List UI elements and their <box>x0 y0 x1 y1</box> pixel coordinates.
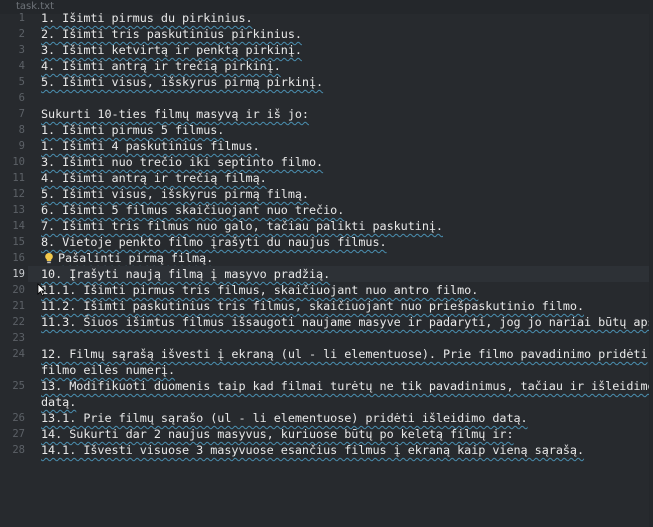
line-number: 3 <box>18 44 25 56</box>
editor-line[interactable]: 23 <box>0 330 653 346</box>
editor-line[interactable]: 19 10. Įrašyti naują filmą į masyvo pradž… <box>0 266 653 282</box>
line-text[interactable]: 8. Vietoje penkto filmo įrašyti du nauju… <box>41 234 387 250</box>
line-number: 15 <box>12 236 25 248</box>
line-number: 22 <box>12 316 25 328</box>
line-number: 8 <box>18 124 25 136</box>
line-number: 7 <box>18 108 25 120</box>
line-number: 13 <box>12 204 25 216</box>
line-text[interactable]: 6. Išimti 5 filmus skaičiuojant nuo treč… <box>41 202 344 218</box>
line-number: 12 <box>12 188 25 200</box>
editor-line[interactable]: 28 14.1. Išvesti visuose 3 masyvuose esan… <box>0 442 653 458</box>
line-number: 11 <box>12 172 25 184</box>
editor-line[interactable]: 3 3. Išimti ketvirtą ir penktą pirkinį. <box>0 42 653 58</box>
line-text[interactable]: 5. Išimti visus, išskyrus pirmą filmą. <box>41 186 309 202</box>
line-number: 20 <box>12 284 25 296</box>
line-number: 16 <box>12 252 25 264</box>
lightbulb-icon[interactable] <box>43 252 55 264</box>
line-number: 9 <box>18 140 25 152</box>
line-text[interactable]: 14.1. Išvesti visuose 3 masyvuose esanči… <box>41 442 584 458</box>
line-text[interactable]: 12. Filmų sąrašą išvesti į ekraną (ul - … <box>41 346 648 362</box>
editor-line[interactable]: 22 11.3. Šiuos išimtus filmus išsaugoti n… <box>0 314 653 330</box>
line-text[interactable]: 4. Išimti antrą ir trečią pirkinį. <box>41 58 281 74</box>
line-text[interactable]: 11.2. Išimti paskutinius tris filmus, sk… <box>41 298 584 314</box>
line-number: 25 <box>12 380 25 392</box>
text-editor[interactable]: 1 1. Išimti pirmus du pirkinius. 2 2. Išimt… <box>0 10 653 527</box>
line-text[interactable]: 1. Išimti pirmus 5 filmus. <box>41 122 224 138</box>
line-text[interactable]: 10. Įrašyti naują filmą į masyvo pradžią… <box>41 266 330 282</box>
line-text[interactable]: 3. Išimti nuo trečio iki septinto filmo. <box>41 154 323 170</box>
mouse-pointer-icon <box>37 283 47 297</box>
editor-line[interactable]: 12 5. Išimti visus, išskyrus pirmą filmą. <box>0 186 653 202</box>
editor-line[interactable]: 10 3. Išimti nuo trečio iki septinto film… <box>0 154 653 170</box>
editor-line[interactable]: 1 1. Išimti pirmus du pirkinius. <box>0 10 653 26</box>
line-text[interactable]: 13. Modifikuoti duomenis taip kad filmai… <box>41 378 653 394</box>
line-text[interactable]: 7. Išimti tris filmus nuo galo, tačiau p… <box>41 218 443 234</box>
line-number: 23 <box>12 332 25 344</box>
editor-line[interactable]: 2 2. Išimti tris paskutinius pirkinius. <box>0 26 653 42</box>
editor-line[interactable]: 7 Sukurti 10-ties filmų masyvą ir iš jo: <box>0 106 653 122</box>
editor-line[interactable]: 9 1. Išimti 4 paskutinius filmus. <box>0 138 653 154</box>
line-text[interactable]: 2. Išimti tris paskutinius pirkinius. <box>41 26 302 42</box>
editor-window: task.txt 1 1. Išimti pirmus du pirkinius.… <box>0 0 653 527</box>
line-text[interactable]: 1. Išimti pirmus du pirkinius. <box>41 10 253 26</box>
line-text[interactable]: 3. Išimti ketvirtą ir penktą pirkinį. <box>41 42 302 58</box>
editor-line[interactable]: 25 13. Modifikuoti duomenis taip kad film… <box>0 378 653 394</box>
line-text[interactable]: 14. Sukurti dar 2 naujus masyvus, kuriuo… <box>41 426 514 442</box>
line-text[interactable]: 11.3. Šiuos išimtus filmus išsaugoti nau… <box>41 314 653 330</box>
editor-line[interactable]: 6 <box>0 90 653 106</box>
line-number: 2 <box>18 28 25 40</box>
editor-line[interactable]: 15 8. Vietoje penkto filmo įrašyti du nau… <box>0 234 653 250</box>
editor-line[interactable]: 5 5. Išimti visus, išskyrus pirmą pirkinį… <box>0 74 653 90</box>
line-number: 21 <box>12 300 25 312</box>
line-number: 14 <box>12 220 25 232</box>
editor-line[interactable]: 11 4. Išimti antrą ir trečią filmą. <box>0 170 653 186</box>
editor-line[interactable]: 24 12. Filmų sąrašą išvesti į ekraną (ul … <box>0 346 653 362</box>
editor-line[interactable]: 14 7. Išimti tris filmus nuo galo, tačiau… <box>0 218 653 234</box>
editor-line[interactable]: 16 Pašalinti pirmą filmą. <box>0 250 653 266</box>
editor-line[interactable]: 21 11.2. Išimti paskutinius tris filmus, … <box>0 298 653 314</box>
line-text[interactable]: datą. <box>41 394 76 410</box>
line-text[interactable]: 11.1. Išimti pirmus tris filmus, skaičiu… <box>41 282 478 298</box>
editor-line[interactable]: datą. <box>0 394 653 410</box>
line-text[interactable]: 1. Išimti 4 paskutinius filmus. <box>41 138 260 154</box>
editor-line[interactable]: 20 11.1. Išimti pirmus tris filmus, skaič… <box>0 282 653 298</box>
line-text[interactable]: filmo eilės numerį. <box>41 362 175 378</box>
editor-line[interactable]: 26 13.1. Prie filmų sąrašo (ul - li eleme… <box>0 410 653 426</box>
editor-line[interactable]: filmo eilės numerį. <box>0 362 653 378</box>
editor-line[interactable]: 27 14. Sukurti dar 2 naujus masyvus, kuri… <box>0 426 653 442</box>
line-number: 4 <box>18 60 25 72</box>
line-number: 19 <box>12 268 25 280</box>
line-number: 28 <box>12 444 25 456</box>
editor-line[interactable]: 4 4. Išimti antrą ir trečią pirkinį. <box>0 58 653 74</box>
line-text[interactable]: Pašalinti pirmą filmą. <box>58 250 213 266</box>
scrollbar-track[interactable] <box>649 14 653 527</box>
line-text[interactable]: Sukurti 10-ties filmų masyvą ir iš jo: <box>41 106 309 122</box>
line-number: 27 <box>12 428 25 440</box>
line-number: 5 <box>18 76 25 88</box>
line-text[interactable]: 5. Išimti visus, išskyrus pirmą pirkinį. <box>41 74 323 90</box>
line-number: 26 <box>12 412 25 424</box>
editor-line[interactable]: 13 6. Išimti 5 filmus skaičiuojant nuo tr… <box>0 202 653 218</box>
line-number: 1 <box>18 12 25 24</box>
editor-line[interactable]: 8 1. Išimti pirmus 5 filmus. <box>0 122 653 138</box>
line-number: 24 <box>12 348 25 360</box>
line-text[interactable]: 4. Išimti antrą ir trečią filmą. <box>41 170 267 186</box>
line-number: 6 <box>18 92 25 104</box>
line-text[interactable]: 13.1. Prie filmų sąrašo (ul - li element… <box>41 410 528 426</box>
line-number: 10 <box>12 156 25 168</box>
